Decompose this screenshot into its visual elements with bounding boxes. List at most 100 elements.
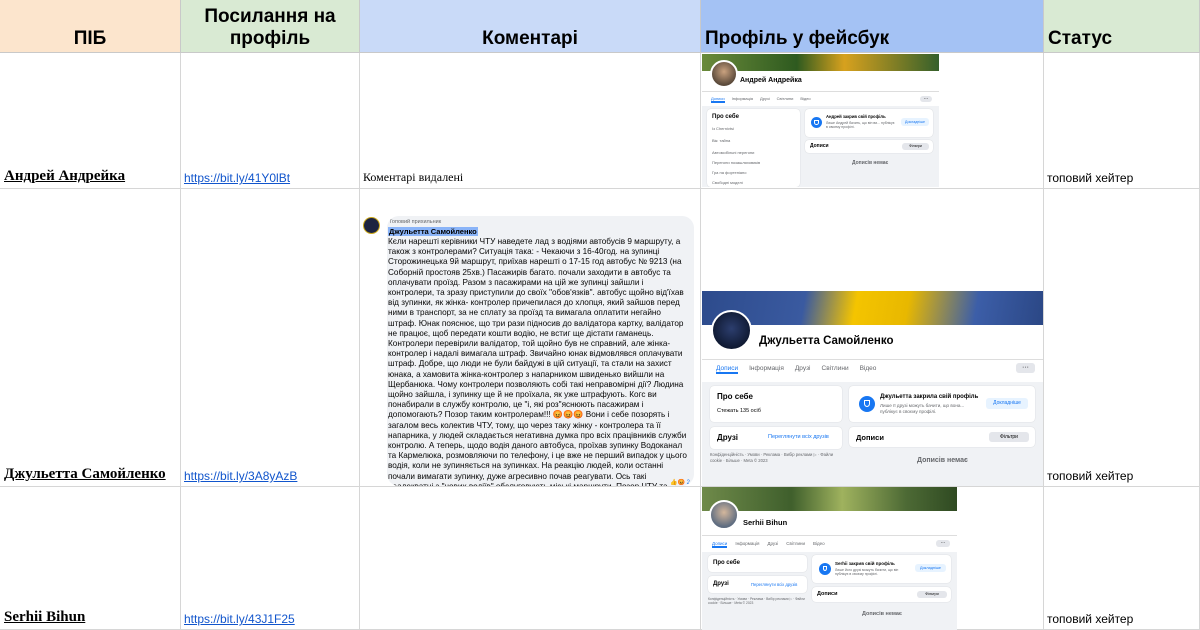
tab-videos[interactable]: Відео — [860, 365, 877, 374]
table-cell-status[interactable]: топовий хейтер — [1044, 487, 1200, 630]
footer-links: Конфіденційність · Умови · Реклама · Виб… — [708, 597, 805, 606]
table-cell-link[interactable]: https://bit.ly/43J1F25 — [181, 487, 360, 630]
table-cell-comment[interactable] — [360, 487, 701, 630]
table-cell-comment[interactable]: Коментарі видалені — [360, 53, 701, 189]
status-text: топовий хейтер — [1047, 171, 1134, 185]
tab-info[interactable]: Інформація — [749, 365, 784, 374]
learn-more-button[interactable]: Докладніше — [915, 564, 946, 572]
person-name: Serhii Bihun — [4, 609, 86, 625]
comment-bubble: Топовий прихильник Джульетта Самойленко … — [387, 216, 694, 486]
header-status[interactable]: Статус — [1044, 0, 1200, 53]
person-name: Андрей Андрейка — [4, 168, 126, 184]
header-name[interactable]: ПІБ — [0, 0, 181, 53]
header-status-label: Статус — [1048, 28, 1113, 49]
about-item: Свободні моделі — [712, 180, 743, 185]
more-button[interactable]: ··· — [920, 96, 932, 102]
tab-photos[interactable]: Світлини — [786, 541, 805, 548]
top-fan-badge: Топовий прихильник — [389, 219, 442, 225]
tab-friends[interactable]: Друзі — [767, 541, 778, 548]
locked-text: Лише її друзі можуть бачити, що вона... … — [880, 403, 965, 414]
tab-friends[interactable]: Друзі — [795, 365, 811, 374]
header-comments[interactable]: Коментарі — [360, 0, 701, 53]
posts-card: Дописи Фільтри — [849, 427, 1035, 447]
cover-photo — [702, 291, 1043, 325]
tab-friends[interactable]: Друзі — [760, 96, 770, 103]
facebook-screenshot-1: Андрей Андрейка Дописи Інформація Друзі … — [702, 54, 939, 187]
see-all-friends-link[interactable]: Переглянути всіх друзів — [768, 434, 829, 440]
posts-title: Дописи — [810, 143, 829, 149]
profile-header — [702, 511, 957, 535]
spreadsheet: ПІБ Посилання на профіль Коментарі Профі… — [0, 0, 1200, 630]
locked-profile-card: Serhii закрив свій профіль Лише його дру… — [812, 555, 951, 583]
friends-card: Друзі Переглянути всіх друзів — [710, 427, 842, 449]
status-text: топовий хейтер — [1047, 469, 1134, 483]
tab-videos[interactable]: Відео — [813, 541, 825, 548]
tab-photos[interactable]: Світлини — [822, 365, 849, 374]
shield-icon — [859, 396, 875, 412]
header-facebook-profile[interactable]: Профіль у фейсбук — [701, 0, 1044, 53]
see-all-friends-link[interactable]: Переглянути всіх друзів — [751, 582, 797, 587]
about-item: Вік: тайна — [712, 138, 731, 143]
header-profile-link[interactable]: Посилання на профіль — [181, 0, 360, 53]
fb-profile-name: Андрей Андрейка — [740, 77, 802, 84]
locked-title: Serhii закрив свій профіль — [835, 561, 895, 566]
cover-photo — [702, 54, 939, 71]
table-cell-name[interactable]: Андрей Андрейка — [0, 53, 181, 189]
table-cell-name[interactable]: Джульетта Самойленко — [0, 189, 181, 487]
comment-text: Коментарі видалені — [363, 170, 464, 184]
posts-title: Дописи — [856, 433, 884, 442]
table-cell-status[interactable]: топовий хейтер — [1044, 53, 1200, 189]
filters-button[interactable]: Фільтри — [902, 143, 929, 150]
header-name-label: ПІБ — [73, 28, 107, 49]
filters-button[interactable]: Фільтри — [989, 432, 1029, 442]
comment-author: Джульетта Самойленко — [388, 227, 478, 236]
table-cell-name[interactable]: Serhii Bihun — [0, 487, 181, 630]
reactions-count: 👍😡 2 — [670, 480, 690, 486]
status-text: топовий хейтер — [1047, 612, 1134, 626]
avatar — [709, 500, 739, 530]
followers-count: Стежать 135 осіб — [717, 408, 761, 414]
fb-tabs: Дописи Інформація Друзі Світлини Відео — [711, 96, 811, 103]
locked-title: Андрей закрив свій профіль — [826, 114, 886, 119]
profile-link[interactable]: https://bit.ly/41Y0lBt — [184, 171, 290, 185]
posts-title: Дописи — [817, 591, 838, 597]
about-title: Про себе — [712, 114, 739, 120]
filters-button[interactable]: Фільтри — [917, 591, 947, 598]
table-cell-link[interactable]: https://bit.ly/41Y0lBt — [181, 53, 360, 189]
header-comments-label: Коментарі — [482, 28, 578, 49]
tab-photos[interactable]: Світлини — [777, 96, 794, 103]
commenter-avatar — [363, 217, 380, 234]
person-name: Джульетта Самойленко — [4, 466, 166, 482]
locked-profile-card: Джульетта закрила свій профіль Лише її д… — [849, 386, 1035, 422]
tab-posts[interactable]: Дописи — [716, 365, 739, 374]
learn-more-button[interactable]: Докладніше — [986, 398, 1028, 409]
tab-info[interactable]: Інформація — [732, 96, 753, 103]
about-title: Про себе — [713, 560, 740, 566]
table-cell-status[interactable]: топовий хейтер — [1044, 189, 1200, 487]
tab-posts[interactable]: Дописи — [711, 96, 725, 103]
posts-card: Дописи Фільтри — [812, 587, 951, 602]
table-cell-link[interactable]: https://bit.ly/3A8yAzB — [181, 189, 360, 487]
fb-profile-name: Serhii Bihun — [743, 518, 788, 527]
about-card: Про себе — [708, 555, 807, 572]
no-posts-text: Дописів немає — [862, 611, 902, 617]
learn-more-button[interactable]: Докладніше — [901, 118, 929, 126]
tab-posts[interactable]: Дописи — [712, 541, 728, 548]
tab-info[interactable]: Інформація — [735, 541, 759, 548]
more-button[interactable]: ··· — [1016, 363, 1035, 373]
footer-links: Конфіденційність · Умови · Реклама · Виб… — [710, 452, 834, 463]
profile-link[interactable]: https://bit.ly/43J1F25 — [184, 612, 295, 626]
fb-tabs: Дописи Інформація Друзі Світлини Відео — [716, 365, 876, 374]
locked-title: Джульетта закрила свій профіль — [880, 394, 979, 400]
more-button[interactable]: ··· — [936, 540, 950, 547]
tab-videos[interactable]: Відео — [800, 96, 810, 103]
facebook-screenshot-2: Джульетта Самойленко Дописи Інформація Д… — [702, 291, 1043, 486]
about-item: Із Chernivtsi — [712, 126, 734, 131]
about-item: Гра на фортепіано — [712, 170, 747, 175]
profile-link[interactable]: https://bit.ly/3A8yAzB — [184, 469, 297, 483]
about-item: Перегони позашляховиків — [712, 160, 761, 165]
cover-photo — [702, 487, 957, 511]
no-posts-text: Дописів немає — [917, 457, 968, 464]
locked-profile-card: Андрей закрив свій профіль Лише Андрей б… — [805, 109, 933, 137]
locked-text: Лише Андрей бачить, що він ви... публіку… — [826, 121, 895, 129]
